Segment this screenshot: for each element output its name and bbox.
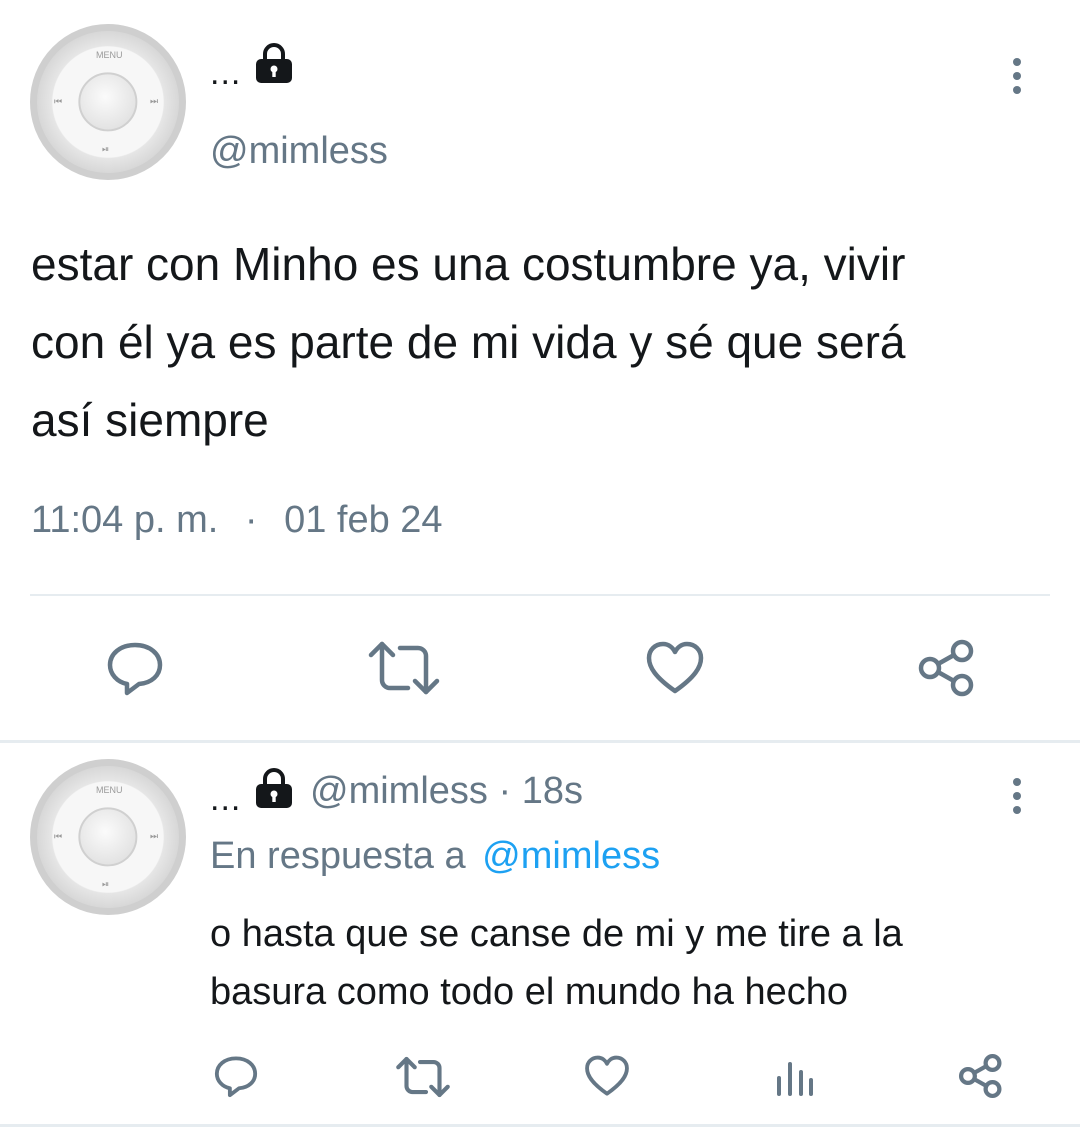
- reply-display-name[interactable]: ...: [210, 782, 241, 816]
- reply-more-options-icon[interactable]: [1011, 778, 1023, 820]
- tweet-timestamp: 11:04 p. m. · 01 feb 24: [31, 499, 443, 542]
- avatar-center-button: [78, 72, 138, 132]
- reply-icon[interactable]: [213, 1054, 259, 1098]
- retweet-icon[interactable]: [368, 640, 440, 696]
- separator-dot: ·: [498, 770, 512, 812]
- display-name[interactable]: ...: [210, 56, 241, 90]
- tweet-text-line: con él ya es parte de mi vida y sé que s…: [31, 316, 906, 368]
- avatar-prev-label: ⏮: [54, 96, 63, 106]
- more-options-icon[interactable]: [1011, 58, 1023, 100]
- separator-dot: ·: [244, 499, 258, 541]
- user-handle[interactable]: @mimless: [210, 130, 388, 173]
- analytics-icon[interactable]: [775, 1056, 815, 1098]
- share-icon[interactable]: [917, 638, 977, 698]
- reply-avatar[interactable]: MENU ⏮ ⏭ ⏯: [30, 759, 186, 915]
- avatar-menu-label: MENU: [96, 785, 123, 795]
- tweet-date[interactable]: 01 feb 24: [284, 499, 442, 541]
- tweet-text-line: estar con Minho es una costumbre ya, viv…: [31, 238, 906, 290]
- reply-text-line: basura como todo el mundo ha hecho: [210, 971, 848, 1013]
- lock-icon: [253, 767, 295, 809]
- divider: [30, 594, 1050, 596]
- in-reply-prefix: En respuesta a: [210, 835, 466, 877]
- avatar-next-label: ⏭: [150, 831, 159, 841]
- tweet-text: estar con Minho es una costumbre ya, viv…: [31, 225, 905, 459]
- share-icon[interactable]: [958, 1053, 1004, 1099]
- in-reply-to: En respuesta a @mimless: [210, 835, 660, 878]
- tweet-text-line: así siempre: [31, 394, 269, 446]
- like-icon[interactable]: [584, 1055, 630, 1097]
- lock-icon: [253, 42, 295, 84]
- avatar-center-button: [78, 807, 138, 867]
- in-reply-handle-link[interactable]: @mimless: [482, 835, 660, 877]
- reply-text-line: o hasta que se canse de mi y me tire a l…: [210, 913, 903, 955]
- retweet-icon[interactable]: [396, 1056, 450, 1098]
- avatar[interactable]: MENU ⏮ ⏭ ⏯: [30, 24, 186, 180]
- like-icon[interactable]: [645, 641, 705, 695]
- avatar-play-label: ⏯: [102, 144, 110, 154]
- bottom-divider: [0, 1124, 1080, 1127]
- reply-meta: @mimless · 18s: [310, 770, 583, 813]
- avatar-play-label: ⏯: [102, 879, 110, 889]
- reply-age: 18s: [521, 770, 583, 812]
- avatar-menu-label: MENU: [96, 50, 123, 60]
- avatar-next-label: ⏭: [150, 96, 159, 106]
- avatar-prev-label: ⏮: [54, 831, 63, 841]
- reply-text: o hasta que se canse de mi y me tire a l…: [210, 905, 903, 1021]
- section-divider: [0, 740, 1080, 743]
- tweet-time: 11:04 p. m.: [31, 499, 219, 541]
- reply-handle[interactable]: @mimless: [310, 770, 488, 812]
- reply-icon[interactable]: [105, 640, 165, 696]
